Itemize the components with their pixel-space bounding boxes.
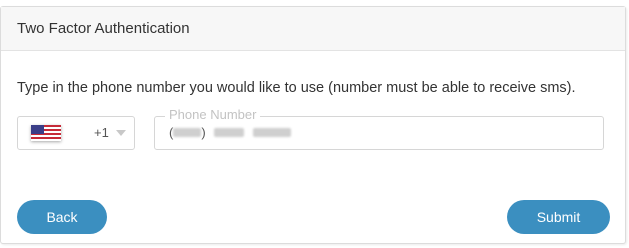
chevron-down-icon [116, 130, 126, 136]
phone-number-field[interactable]: Phone Number ( ) [154, 108, 604, 150]
phone-number-value[interactable]: ( ) [169, 124, 291, 141]
redacted-area-code [173, 128, 202, 137]
back-button[interactable]: Back [17, 200, 107, 234]
submit-button[interactable]: Submit [507, 200, 610, 234]
redacted-prefix [213, 128, 244, 137]
card-title: Two Factor Authentication [17, 20, 190, 37]
country-code-select[interactable]: +1 [17, 116, 135, 150]
card-header: Two Factor Authentication [1, 7, 625, 51]
phone-number-label: Phone Number [165, 108, 261, 122]
instruction-text: Type in the phone number you would like … [17, 80, 576, 96]
two-factor-card: Two Factor Authentication Type in the ph… [0, 6, 626, 244]
redacted-line-number [252, 128, 291, 137]
us-flag-icon [31, 125, 61, 141]
phone-close-paren: ) [201, 125, 206, 140]
dial-code: +1 [94, 125, 109, 140]
